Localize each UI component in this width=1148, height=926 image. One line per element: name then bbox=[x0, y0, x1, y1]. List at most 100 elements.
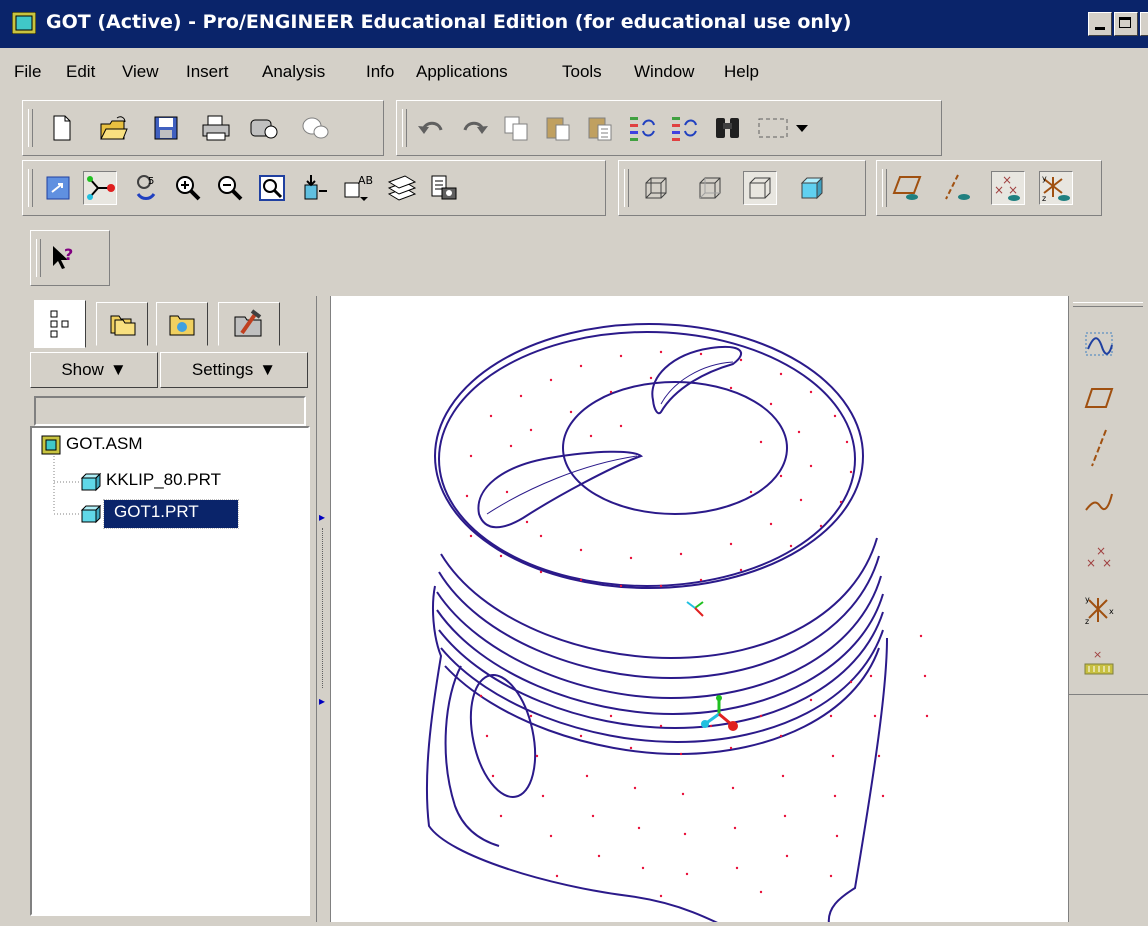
splitter-handle-top-arrow[interactable]: ▸ bbox=[319, 510, 325, 524]
datum-point-tool-icon[interactable]: × × × bbox=[1077, 536, 1121, 580]
piston-top-inner-edge bbox=[438, 331, 856, 587]
tree-item-part[interactable]: KKLIP_80.PRT bbox=[78, 468, 304, 496]
toolbar-grip[interactable] bbox=[402, 109, 407, 147]
menu-applications[interactable]: Applications bbox=[416, 62, 508, 82]
menu-edit[interactable]: Edit bbox=[66, 62, 95, 82]
tree-filter-field[interactable] bbox=[34, 396, 306, 426]
toolbar-grip[interactable] bbox=[28, 109, 33, 147]
connections-tab[interactable] bbox=[218, 302, 280, 346]
window-title: GOT (Active) - Pro/ENGINEER Educational … bbox=[46, 11, 852, 33]
svg-text:z: z bbox=[1085, 617, 1089, 626]
saved-views-icon[interactable]: AB bbox=[341, 171, 375, 205]
valve-slot-upper bbox=[651, 346, 742, 415]
paste-icon[interactable] bbox=[541, 111, 575, 145]
menu-tools[interactable]: Tools bbox=[562, 62, 602, 82]
send-mail-icon[interactable] bbox=[247, 111, 281, 145]
link-icon[interactable] bbox=[299, 111, 333, 145]
tree-item-assembly[interactable]: GOT.ASM bbox=[36, 432, 276, 460]
hidden-line-icon[interactable] bbox=[693, 171, 727, 205]
toolbar-grip[interactable] bbox=[882, 169, 887, 207]
show-button[interactable]: Show ▼ bbox=[30, 352, 158, 388]
part-icon bbox=[80, 504, 102, 524]
select-box-icon[interactable] bbox=[753, 111, 813, 145]
coord-sys-tool-icon[interactable]: y z x bbox=[1077, 588, 1121, 632]
open-folder-icon[interactable] bbox=[97, 111, 131, 145]
zoom-out-icon[interactable] bbox=[213, 171, 247, 205]
svg-text:×: × bbox=[1102, 556, 1112, 570]
svg-text:×: × bbox=[1008, 183, 1018, 197]
svg-text:z: z bbox=[1042, 194, 1046, 203]
refit-icon[interactable] bbox=[255, 171, 289, 205]
valve-slot-lower bbox=[477, 450, 644, 529]
print-icon[interactable] bbox=[199, 111, 233, 145]
menu-bar: File Edit View Insert Analysis Info Appl… bbox=[0, 50, 1148, 96]
toolbar-grip[interactable] bbox=[624, 169, 629, 207]
svg-text:5: 5 bbox=[148, 176, 154, 187]
maximize-button[interactable] bbox=[1114, 12, 1138, 36]
model-tree-tab[interactable] bbox=[34, 300, 86, 348]
folder-browser-tab[interactable] bbox=[96, 302, 148, 346]
datum-axis-tool-icon[interactable] bbox=[1077, 426, 1121, 470]
menu-file[interactable]: File bbox=[14, 62, 41, 82]
view-toolbar: 5 AB bbox=[22, 160, 606, 216]
undo-icon[interactable] bbox=[415, 111, 449, 145]
settings-button[interactable]: Settings ▼ bbox=[160, 352, 308, 388]
datum-curve-icon[interactable] bbox=[1077, 480, 1121, 524]
menu-analysis[interactable]: Analysis bbox=[262, 62, 325, 82]
wireframe-icon[interactable] bbox=[639, 171, 673, 205]
sketch-curve-icon[interactable] bbox=[1077, 322, 1121, 366]
svg-text:×: × bbox=[1086, 556, 1096, 570]
regenerate-icon[interactable] bbox=[625, 111, 659, 145]
new-file-icon[interactable] bbox=[45, 111, 79, 145]
paste-special-icon[interactable] bbox=[583, 111, 617, 145]
repaint-icon[interactable] bbox=[41, 171, 75, 205]
regen-manager-icon[interactable] bbox=[667, 111, 701, 145]
splitter-handle-bottom-arrow[interactable]: ▸ bbox=[319, 694, 325, 708]
datum-axes-icon[interactable] bbox=[941, 171, 975, 205]
datum-plane-tool-icon[interactable] bbox=[1077, 376, 1121, 420]
panel-splitter[interactable]: ▸ ▸ bbox=[316, 296, 330, 922]
datum-display-toolbar: × × × yz bbox=[876, 160, 1102, 216]
favorites-tab[interactable] bbox=[156, 302, 208, 346]
copy-icon[interactable] bbox=[499, 111, 533, 145]
toolbar-row-2: 5 AB × × × y z bbox=[0, 160, 1148, 222]
menu-view[interactable]: View bbox=[122, 62, 159, 82]
context-help-icon[interactable]: ? bbox=[47, 241, 81, 275]
toolbar-grip[interactable] bbox=[28, 169, 33, 207]
folder-browser-icon bbox=[110, 315, 136, 336]
layers-icon[interactable] bbox=[385, 171, 419, 205]
save-icon[interactable] bbox=[149, 111, 183, 145]
toolbar-row-1 bbox=[0, 100, 1148, 158]
minimize-button[interactable] bbox=[1088, 12, 1112, 36]
graphics-window[interactable] bbox=[330, 296, 1068, 926]
view-manager-icon[interactable] bbox=[427, 171, 461, 205]
menu-window[interactable]: Window bbox=[634, 62, 694, 82]
svg-text:×: × bbox=[994, 183, 1004, 197]
datum-points-icon[interactable]: × × × bbox=[991, 171, 1025, 205]
orient-mode-icon[interactable]: 5 bbox=[129, 171, 163, 205]
coord-systems-icon[interactable]: yz bbox=[1039, 171, 1073, 205]
toolbar-grip[interactable] bbox=[1073, 302, 1143, 307]
ring-groove-3 bbox=[436, 575, 882, 700]
reorient-icon[interactable] bbox=[297, 171, 331, 205]
spin-center-icon[interactable] bbox=[83, 171, 117, 205]
no-hidden-icon[interactable] bbox=[743, 171, 777, 205]
zoom-in-icon[interactable] bbox=[171, 171, 205, 205]
find-icon[interactable] bbox=[711, 111, 745, 145]
close-button[interactable] bbox=[1140, 12, 1148, 36]
redo-icon[interactable] bbox=[457, 111, 491, 145]
ring-groove-2 bbox=[438, 555, 880, 680]
shading-icon[interactable] bbox=[795, 171, 829, 205]
toolbar-grip[interactable] bbox=[36, 239, 41, 277]
model-tree-panel: Show ▼ Settings ▼ GOT.ASM KKLIP_80.PRT G… bbox=[0, 296, 316, 922]
menu-info[interactable]: Info bbox=[366, 62, 394, 82]
title-bar[interactable]: GOT (Active) - Pro/ENGINEER Educational … bbox=[0, 0, 1148, 48]
tree-item-part-selected[interactable]: GOT1.PRT bbox=[78, 499, 304, 529]
menu-help[interactable]: Help bbox=[724, 62, 759, 82]
menu-insert[interactable]: Insert bbox=[186, 62, 229, 82]
coord-triad-1[interactable] bbox=[686, 601, 704, 617]
svg-text:y: y bbox=[1042, 174, 1047, 183]
app-icon bbox=[12, 12, 36, 34]
datum-planes-icon[interactable] bbox=[891, 171, 925, 205]
analysis-feature-icon[interactable]: × bbox=[1077, 640, 1121, 684]
